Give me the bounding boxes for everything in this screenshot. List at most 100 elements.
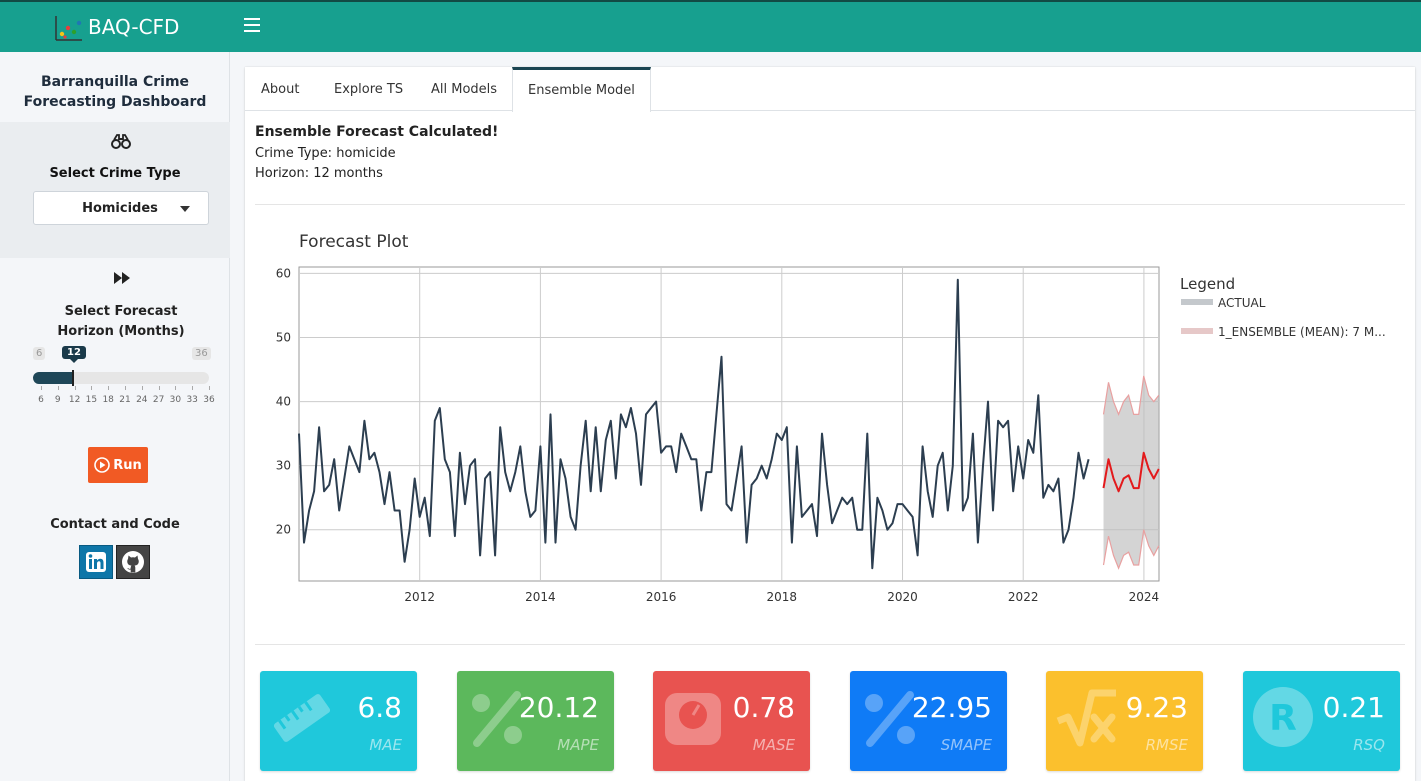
slider-max-label: 36 xyxy=(192,347,211,360)
slider-tick xyxy=(108,386,110,390)
crime-type-panel: Select Crime Type Homicides xyxy=(0,122,230,258)
forecast-status-title: Ensemble Forecast Calculated! xyxy=(255,124,499,140)
plot-area xyxy=(298,266,1160,582)
r-letter-icon: R xyxy=(1253,687,1313,747)
brand-name: BAQ-CFD xyxy=(88,15,180,39)
scale-icon xyxy=(665,693,721,745)
github-button[interactable] xyxy=(116,545,150,579)
binoculars-icon xyxy=(111,134,131,149)
contact-label: Contact and Code xyxy=(50,517,180,532)
slider-tick xyxy=(175,386,177,390)
metric-box-rsq: R 0.21 RSQ xyxy=(1243,671,1400,771)
slider-tick-grid: 6 9 12 15 18 21 24 27 30 33 36 xyxy=(33,386,215,406)
metric-box-mase: 0.78 MASE xyxy=(653,671,810,771)
slider-tick xyxy=(91,386,93,390)
play-circle-icon xyxy=(94,457,111,473)
slider-tick xyxy=(158,386,160,390)
horizon-text: Horizon: 12 months xyxy=(255,166,383,181)
slider-tick-label: 24 xyxy=(136,395,148,405)
metric-value: 0.21 xyxy=(1322,691,1385,724)
slider-tick-label: 18 xyxy=(102,395,114,405)
tab-explore-ts[interactable]: Explore TS xyxy=(334,67,403,111)
tab-bar: About Explore TS All Models Ensemble Mod… xyxy=(245,67,1415,112)
crime-type-text: Crime Type: homicide xyxy=(255,146,396,161)
slider-tick xyxy=(74,386,76,390)
top-navbar: BAQ-CFD xyxy=(0,0,1421,52)
metric-value: 9.23 xyxy=(1125,691,1188,724)
forecast-plot-svg: 2012 2014 2016 2018 2020 2022 2024 20 30 40 50 60 Fo… xyxy=(276,232,1386,604)
sidebar: Barranquilla Crime Forecasting Dashboard… xyxy=(0,52,230,781)
forecast-horizon-label: Select Forecast Horizon (Months) xyxy=(57,304,185,339)
y-tick-label: 60 xyxy=(276,266,291,280)
slider-tick xyxy=(192,386,194,390)
tab-all-models[interactable]: All Models xyxy=(431,67,497,111)
x-tick-label: 2020 xyxy=(887,590,918,604)
slider-fill xyxy=(33,372,73,384)
metric-box-mae: 6.8 MAE xyxy=(260,671,417,771)
slider-tick-label: 36 xyxy=(203,395,215,405)
slider-tick-label: 6 xyxy=(38,395,44,405)
metric-box-mape: 20.12 MAPE xyxy=(457,671,614,771)
slider-tick xyxy=(141,386,143,390)
ruler-icon xyxy=(273,694,331,742)
divider xyxy=(255,204,1405,205)
x-tick-label: 2012 xyxy=(404,590,435,604)
slider-tick-label: 15 xyxy=(85,395,98,405)
slider-tick-label: 12 xyxy=(68,395,81,405)
metric-label: RMSE xyxy=(1145,736,1188,754)
y-tick-label: 20 xyxy=(276,523,291,537)
legend-title: Legend xyxy=(1180,275,1235,293)
slider-tick xyxy=(125,386,126,390)
run-button[interactable]: Run xyxy=(88,447,148,483)
x-tick-label: 2024 xyxy=(1129,590,1160,604)
metric-value: 0.78 xyxy=(732,691,795,724)
slider-min-label: 6 xyxy=(33,347,46,360)
slider-value-label: 12 xyxy=(62,346,86,363)
forecast-plot[interactable]: 2012 2014 2016 2018 2020 2022 2024 20 30 40 50 60 Fo… xyxy=(245,217,1415,617)
slider-tick-label: 21 xyxy=(119,395,131,405)
metric-label: SMAPE xyxy=(940,736,992,754)
metric-label: RSQ xyxy=(1353,736,1385,754)
metric-box-rmse: 9.23 RMSE xyxy=(1046,671,1203,771)
x-tick-label: 2018 xyxy=(767,590,798,604)
square-root-icon xyxy=(1056,689,1116,747)
legend-swatch-actual xyxy=(1181,299,1213,305)
metric-label: MAE xyxy=(369,736,402,754)
legend-label-actual: ACTUAL xyxy=(1218,296,1266,310)
legend-label-ensemble: 1_ENSEMBLE (MEAN): 7 M... xyxy=(1218,325,1386,339)
metric-box-smape: 22.95 SMAPE xyxy=(850,671,1007,771)
tab-ensemble-model[interactable]: Ensemble Model xyxy=(512,67,651,112)
linkedin-button[interactable] xyxy=(79,545,113,579)
brand-link[interactable]: BAQ-CFD xyxy=(0,2,230,52)
run-button-label: Run xyxy=(113,457,142,473)
horizon-slider[interactable] xyxy=(33,370,209,386)
tab-about[interactable]: About xyxy=(261,67,299,111)
x-tick-label: 2022 xyxy=(1008,590,1039,604)
chevron-down-icon xyxy=(180,206,190,212)
main-card: About Explore TS All Models Ensemble Mod… xyxy=(245,67,1415,781)
y-tick-label: 40 xyxy=(276,395,291,409)
metric-value: 20.12 xyxy=(518,691,599,724)
linkedin-icon xyxy=(86,552,106,572)
chart-title: Forecast Plot xyxy=(299,232,409,252)
slider-tick-label: 30 xyxy=(169,395,182,405)
crime-type-select[interactable]: Homicides xyxy=(33,191,209,225)
y-tick-label: 30 xyxy=(276,459,291,473)
slider-tick-label: 9 xyxy=(54,395,61,405)
metric-value: 22.95 xyxy=(911,691,992,724)
slider-handle[interactable] xyxy=(72,370,74,386)
sidebar-toggle-button[interactable] xyxy=(244,18,260,32)
sidebar-title: Barranquilla Crime Forecasting Dashboard xyxy=(23,74,207,110)
x-tick-label: 2016 xyxy=(646,590,677,604)
x-tick-label: 2014 xyxy=(525,590,556,604)
slider-tick-label: 27 xyxy=(152,395,165,405)
slider-tick xyxy=(41,386,42,390)
fast-forward-icon xyxy=(114,272,130,284)
metric-value: 6.8 xyxy=(357,691,402,724)
divider xyxy=(255,644,1405,645)
slider-tick-label: 33 xyxy=(186,395,198,405)
chart-logo-icon xyxy=(55,16,82,41)
crime-type-label: Select Crime Type xyxy=(49,166,181,181)
svg-text:R: R xyxy=(1269,698,1297,739)
github-icon xyxy=(122,551,144,573)
